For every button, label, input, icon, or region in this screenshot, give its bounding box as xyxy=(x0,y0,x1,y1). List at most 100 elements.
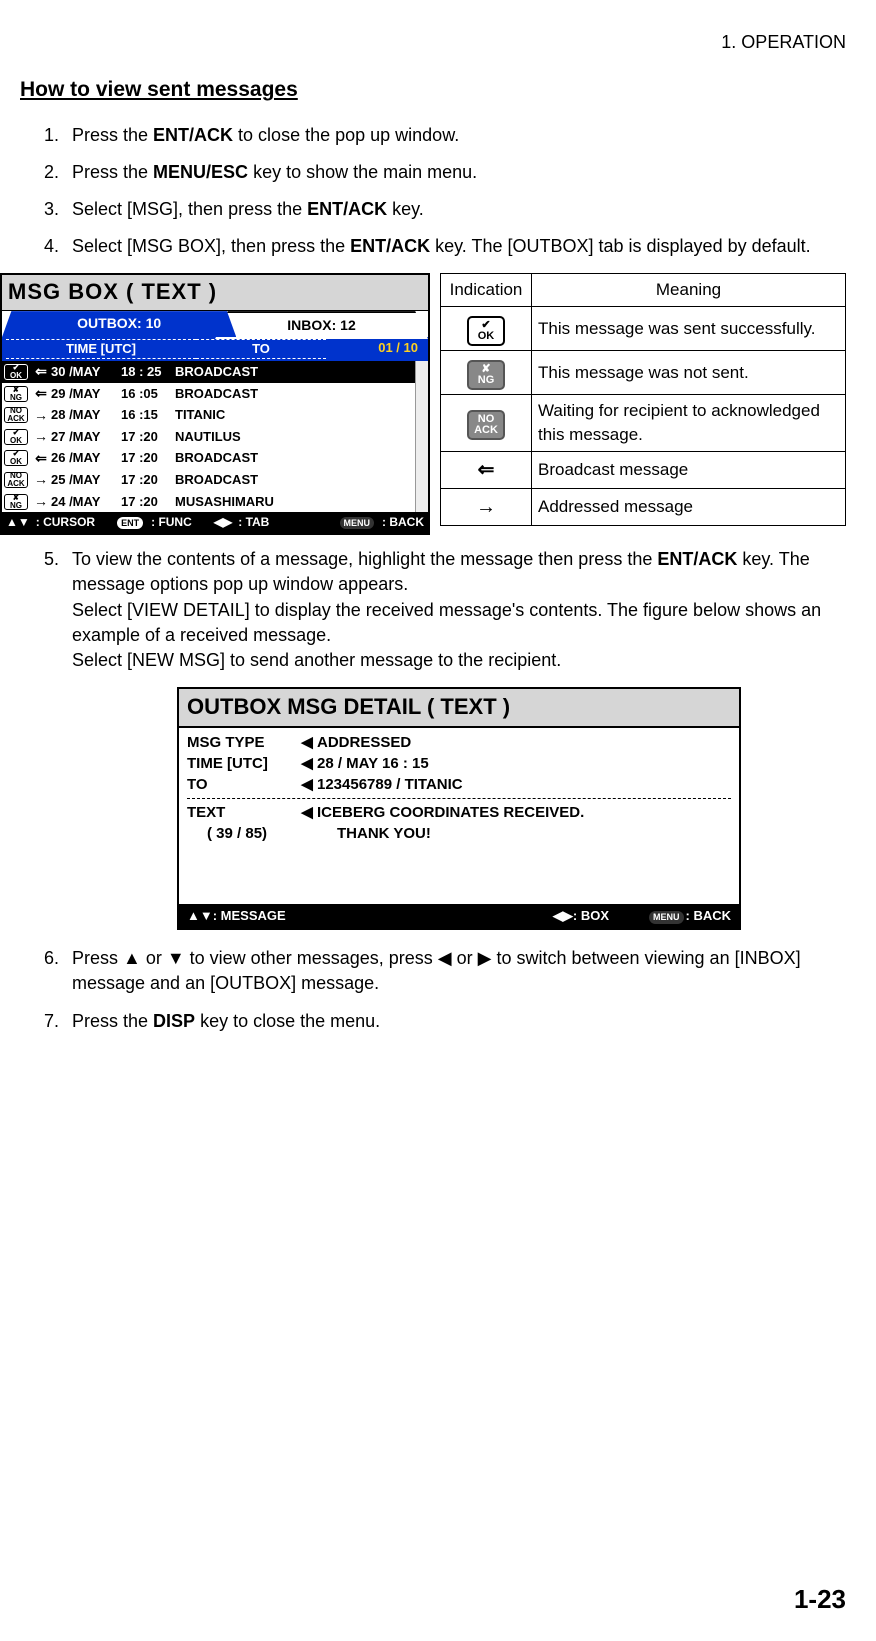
detail-label-count: ( 39 / 85) xyxy=(187,823,317,844)
triangle-left-icon: ◀ xyxy=(297,753,317,774)
scrollbar xyxy=(415,361,428,512)
step-7: Press the DISP key to close the menu. xyxy=(64,1009,846,1034)
key-entack: ENT/ACK xyxy=(307,199,387,219)
hdr-to: TO xyxy=(196,339,326,359)
detail-label-to: TO xyxy=(187,774,297,795)
msgbox-row: NOACK→25 /MAY17 :20BROADCAST xyxy=(2,469,415,491)
row-time: 17 :20 xyxy=(121,428,175,446)
detail-value-type: ADDRESSED xyxy=(317,732,731,753)
key-entack: ENT/ACK xyxy=(657,549,737,569)
row-to: BROADCAST xyxy=(175,363,413,381)
ind-ok-icon: ✔OK xyxy=(441,307,532,351)
tab-icon: ◀▶ xyxy=(214,514,232,531)
row-date: 30 /MAY xyxy=(51,363,121,381)
detail-value-time: 28 / MAY 16 : 15 xyxy=(317,753,731,774)
detail-label-time: TIME [UTC] xyxy=(187,753,297,774)
msgbox-header-row: TIME [UTC] TO 01 / 10 xyxy=(2,337,428,361)
triangle-left-icon: ◀ xyxy=(297,732,317,753)
row-date: 26 /MAY xyxy=(51,449,121,467)
step-1: Press the ENT/ACK to close the pop up wi… xyxy=(64,123,846,148)
row-time: 17 :20 xyxy=(121,493,175,511)
ind-addressed-icon: → xyxy=(441,488,532,525)
msgbox-row: ✔OK→27 /MAY17 :20NAUTILUS xyxy=(2,426,415,448)
text: Press the xyxy=(72,162,153,182)
text: Select [MSG], then press the xyxy=(72,199,307,219)
row-time: 17 :20 xyxy=(121,471,175,489)
updown-icon: ▲▼ xyxy=(187,908,213,923)
status-badge-icon: ✔OK xyxy=(4,364,28,380)
detail-figure: OUTBOX MSG DETAIL ( TEXT ) MSG TYPE◀ADDR… xyxy=(177,687,741,930)
msgbox-figure: MSG BOX ( TEXT ) INBOX: 12 OUTBOX: 10 TI… xyxy=(0,273,430,535)
row-to: TITANIC xyxy=(175,406,413,424)
row-date: 28 /MAY xyxy=(51,406,121,424)
ind-broadcast-meaning: Broadcast message xyxy=(532,451,846,488)
status-badge-icon: NOACK xyxy=(4,407,28,423)
detail-value-text2: THANK YOU! xyxy=(337,823,731,844)
ind-addressed-meaning: Addressed message xyxy=(532,488,846,525)
ind-ng-icon: ✘NG xyxy=(441,351,532,395)
status-badge-icon: ✘NG xyxy=(4,386,28,402)
text: key. xyxy=(387,199,424,219)
msgbox-row: ✔OK⇐30 /MAY18 : 25BROADCAST xyxy=(2,361,415,383)
section-title: How to view sent messages xyxy=(20,75,846,104)
row-date: 29 /MAY xyxy=(51,385,121,403)
text: Select [MSG BOX], then press the xyxy=(72,236,350,256)
foot-tab: : TAB xyxy=(238,514,269,531)
msgbox-row: ✘NG→24 /MAY17 :20MUSASHIMARU xyxy=(2,491,415,513)
direction-icon: → xyxy=(31,406,51,426)
steps-list: Press the ENT/ACK to close the pop up wi… xyxy=(20,123,846,260)
foot-cursor: : CURSOR xyxy=(36,514,95,531)
text: Press the xyxy=(72,1011,153,1031)
text: To view the contents of a message, highl… xyxy=(72,549,657,569)
text: Select [NEW MSG] to send another message… xyxy=(72,650,561,670)
msgbox-title: MSG BOX ( TEXT ) xyxy=(2,275,428,311)
hdr-time: TIME [UTC] xyxy=(6,339,196,359)
ind-noack-icon: NOACK xyxy=(441,395,532,452)
figure-and-table-row: MSG BOX ( TEXT ) INBOX: 12 OUTBOX: 10 TI… xyxy=(0,273,846,535)
foot-box: : BOX xyxy=(573,908,609,923)
row-to: MUSASHIMARU xyxy=(175,493,413,511)
indication-table: Indication Meaning ✔OK This message was … xyxy=(440,273,846,525)
msgbox-row: ✔OK⇐26 /MAY17 :20BROADCAST xyxy=(2,448,415,470)
hdr-count: 01 / 10 xyxy=(326,339,424,359)
page-number: 1-23 xyxy=(794,1581,846,1617)
step-5: To view the contents of a message, highl… xyxy=(64,547,846,930)
msgbox-list: ✔OK⇐30 /MAY18 : 25BROADCAST✘NG⇐29 /MAY16… xyxy=(2,361,415,512)
ind-ok-meaning: This message was sent successfully. xyxy=(532,307,846,351)
ent-pill-icon: ENT xyxy=(117,517,143,530)
ind-ng-meaning: This message was not sent. xyxy=(532,351,846,395)
direction-icon: → xyxy=(31,470,51,490)
msgbox-footer: ▲▼: CURSOR ENT: FUNC ◀▶: TAB MENU: BACK xyxy=(2,512,428,533)
detail-value-text1: ICEBERG COORDINATES RECEIVED. xyxy=(317,802,731,823)
ind-noack-meaning: Waiting for recipient to acknowledged th… xyxy=(532,395,846,452)
status-badge-icon: ✔OK xyxy=(4,429,28,445)
direction-icon: → xyxy=(31,427,51,447)
detail-label-text: TEXT xyxy=(187,802,297,823)
ind-header-meaning: Meaning xyxy=(532,274,846,307)
foot-message: : MESSAGE xyxy=(213,908,286,923)
row-time: 18 : 25 xyxy=(121,363,175,381)
msgbox-list-wrap: ✔OK⇐30 /MAY18 : 25BROADCAST✘NG⇐29 /MAY16… xyxy=(2,361,428,512)
ind-broadcast-icon: ⇐ xyxy=(441,451,532,488)
row-time: 17 :20 xyxy=(121,449,175,467)
key-entack: ENT/ACK xyxy=(153,125,233,145)
menu-pill-icon: MENU xyxy=(340,517,375,530)
row-date: 27 /MAY xyxy=(51,428,121,446)
text: Select [VIEW DETAIL] to display the rece… xyxy=(72,600,821,645)
triangle-left-icon: ◀ xyxy=(297,802,317,823)
text: Press the xyxy=(72,125,153,145)
status-badge-icon: ✘NG xyxy=(4,494,28,510)
step-2: Press the MENU/ESC key to show the main … xyxy=(64,160,846,185)
leftright-icon: ◀▶ xyxy=(553,908,573,923)
text: key to show the main menu. xyxy=(248,162,477,182)
text: key. The [OUTBOX] tab is displayed by de… xyxy=(430,236,811,256)
direction-icon: → xyxy=(31,492,51,512)
step-6: Press ▲ or ▼ to view other messages, pre… xyxy=(64,946,846,996)
chapter-header: 1. OPERATION xyxy=(20,30,846,55)
step-4: Select [MSG BOX], then press the ENT/ACK… xyxy=(64,234,846,259)
triangle-left-icon: ◀ xyxy=(297,774,317,795)
direction-icon: ⇐ xyxy=(31,362,51,382)
row-time: 16 :05 xyxy=(121,385,175,403)
row-date: 25 /MAY xyxy=(51,471,121,489)
menu-pill-icon: MENU xyxy=(649,911,684,924)
